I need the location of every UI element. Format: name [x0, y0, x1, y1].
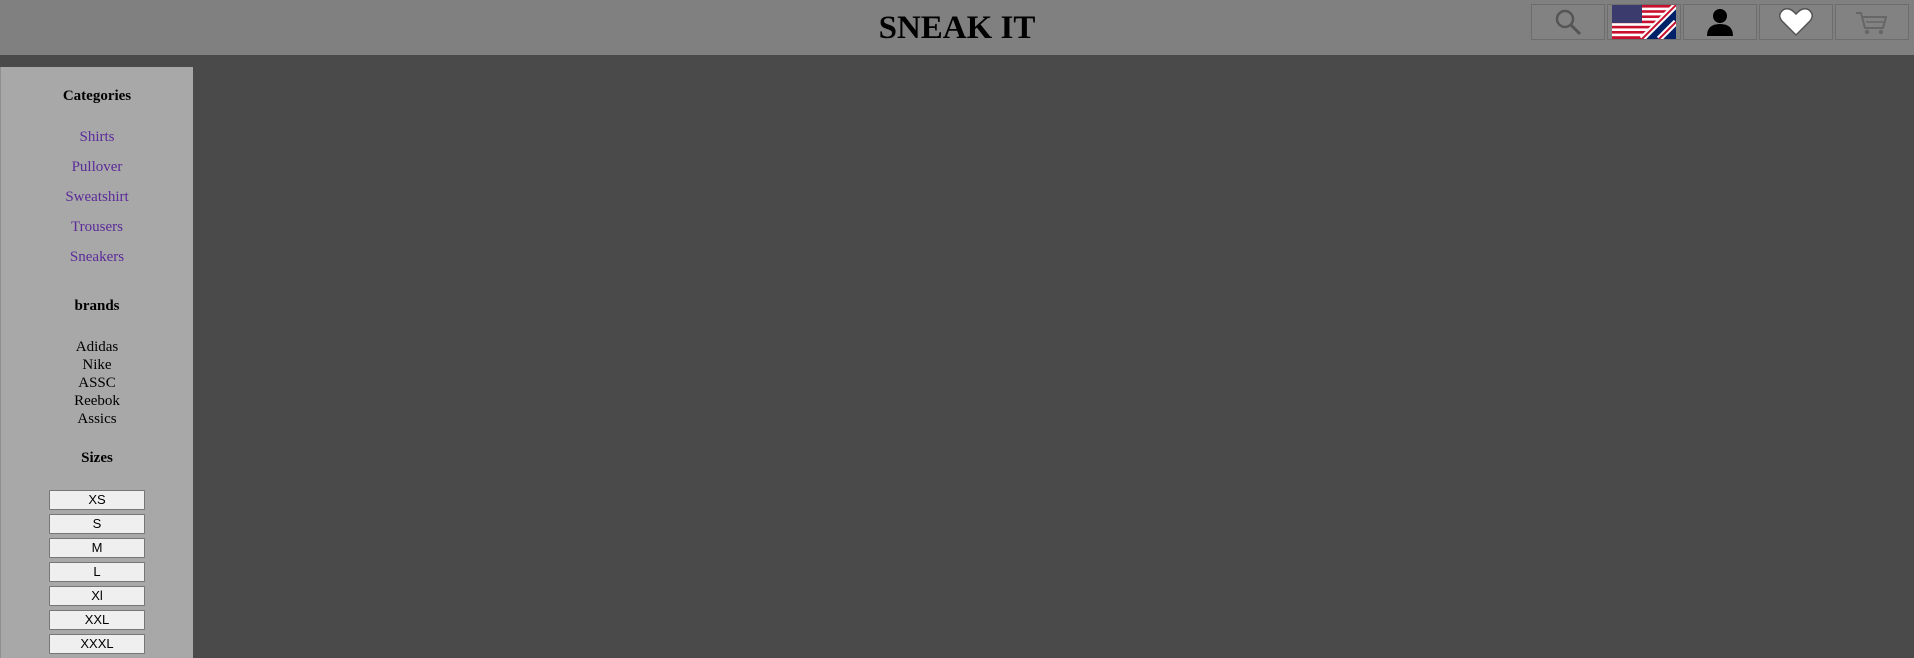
category-link-sweatshirt[interactable]: Sweatshirt [1, 182, 193, 212]
category-link-sneakers[interactable]: Sneakers [1, 242, 193, 272]
search-button[interactable] [1531, 4, 1605, 40]
size-button-xxxl[interactable]: XXXL [49, 634, 145, 654]
category-link-trousers[interactable]: Trousers [1, 212, 193, 242]
size-button-s[interactable]: S [49, 514, 145, 534]
wishlist-button[interactable] [1759, 4, 1833, 40]
size-button-xs[interactable]: XS [49, 490, 145, 510]
brand-item: ASSC [78, 375, 116, 391]
size-button-xxl[interactable]: XXL [49, 610, 145, 630]
size-button-m[interactable]: M [49, 538, 145, 558]
cart-button[interactable] [1835, 4, 1909, 40]
language-flag-icon [1612, 5, 1676, 39]
sizes-heading: Sizes [81, 450, 113, 466]
brands-heading: brands [74, 298, 120, 314]
brand-item: Assics [77, 411, 117, 427]
filter-sidebar: Categories Shirts Pullover Sweatshirt Tr… [0, 67, 193, 658]
category-link-pullover[interactable]: Pullover [1, 152, 193, 182]
brand-list: Adidas Nike ASSC Reebok Assics [1, 338, 193, 428]
main-content [193, 55, 1914, 658]
search-icon [1555, 9, 1582, 36]
brand-item: Adidas [75, 339, 119, 355]
size-list: XS S M L Xl XXL XXXL [1, 490, 193, 658]
size-button-xl[interactable]: Xl [49, 586, 145, 606]
account-button[interactable] [1683, 4, 1757, 40]
heart-icon [1779, 7, 1813, 37]
brand-item: Reebok [74, 393, 120, 409]
cart-icon [1856, 12, 1888, 35]
site-header: SNEAK IT [0, 0, 1914, 55]
category-link-shirts[interactable]: Shirts [1, 122, 193, 152]
user-icon [1707, 9, 1733, 36]
size-button-l[interactable]: L [49, 562, 145, 582]
category-list: Shirts Pullover Sweatshirt Trousers Snea… [1, 122, 193, 272]
brand-item: Nike [82, 357, 112, 373]
categories-heading: Categories [62, 88, 132, 104]
language-button[interactable] [1607, 4, 1681, 40]
